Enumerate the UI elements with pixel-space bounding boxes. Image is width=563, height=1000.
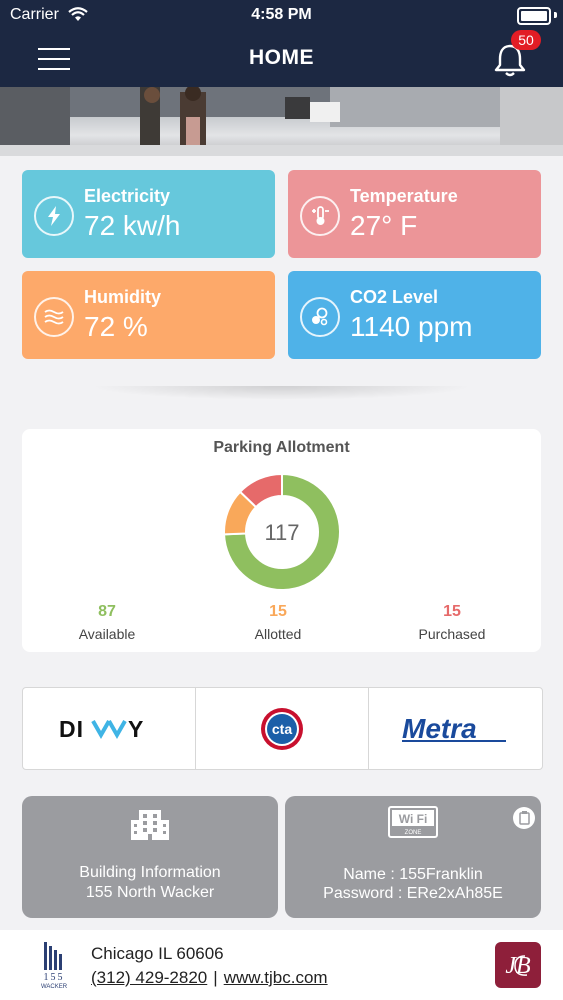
wifi-logo-text: Wi Fi bbox=[399, 812, 428, 826]
cta-link[interactable]: cta bbox=[196, 688, 368, 769]
stat-allotted: 15 Allotted bbox=[208, 603, 348, 642]
lobby-photo bbox=[0, 87, 563, 156]
building-logo: 155 WACKER bbox=[32, 942, 76, 990]
tile-value: 1140 ppm bbox=[350, 311, 473, 342]
building-info-card[interactable]: Building Information 155 North Wacker bbox=[22, 796, 278, 918]
battery-icon bbox=[517, 7, 551, 25]
parking-donut-chart: 117 bbox=[223, 473, 341, 591]
building-icon bbox=[131, 810, 169, 840]
parking-title: Parking Allotment bbox=[213, 439, 350, 456]
tile-value: 72 kw/h bbox=[84, 210, 181, 241]
notification-badge: 50 bbox=[511, 30, 541, 50]
divvy-link[interactable]: DI Y bbox=[23, 688, 195, 769]
svg-text:Y: Y bbox=[128, 717, 143, 741]
page-title: HOME bbox=[249, 46, 314, 69]
purchased-label: Purchased bbox=[418, 626, 486, 642]
wifi-card[interactable]: Wi Fi ZONE Name : 155Franklin Password :… bbox=[285, 796, 541, 918]
status-bar: Carrier 4:58 PM bbox=[0, 0, 563, 30]
cta-logo-text: cta bbox=[272, 721, 292, 737]
metra-logo: Metra bbox=[402, 713, 506, 744]
thermometer-icon bbox=[300, 196, 340, 236]
copy-icon[interactable] bbox=[513, 807, 535, 829]
wifi-zone-icon: Wi Fi ZONE bbox=[388, 806, 438, 838]
metra-link[interactable]: Metra bbox=[369, 688, 541, 769]
battery-tip bbox=[554, 12, 557, 18]
lightning-icon bbox=[34, 196, 74, 236]
nav-bar: HOME 50 bbox=[0, 30, 563, 87]
parking-allotment-card: Parking Allotment 117 87 Available 15 Al… bbox=[22, 429, 541, 652]
tile-label: Humidity bbox=[84, 287, 162, 307]
building-logo-sub: WACKER bbox=[41, 984, 68, 990]
jbc-logo[interactable]: JB bbox=[495, 942, 541, 988]
footer-address: Chicago IL 60606 bbox=[91, 944, 224, 963]
electricity-tile[interactable]: Electricity 72 kw/h bbox=[22, 170, 275, 258]
co2-tile[interactable]: CO2 Level 1140 ppm bbox=[288, 271, 541, 359]
building-address: 155 North Wacker bbox=[85, 884, 215, 901]
website-link[interactable]: www.tjbc.com bbox=[224, 968, 328, 987]
phone-link[interactable]: (312) 429-2820 bbox=[91, 968, 207, 987]
footer-contact: (312) 429-2820 | www.tjbc.com bbox=[91, 968, 328, 988]
building-logo-number: 155 bbox=[44, 972, 65, 983]
hero-image bbox=[0, 87, 563, 156]
building-info-title: Building Information bbox=[79, 864, 221, 881]
humidity-waves-icon bbox=[34, 297, 74, 337]
allotted-label: Allotted bbox=[254, 626, 302, 642]
stat-purchased: 15 Purchased bbox=[382, 603, 522, 642]
section-divider bbox=[90, 386, 473, 400]
metra-logo-text: Metra bbox=[402, 713, 477, 744]
co2-bubbles-icon bbox=[300, 297, 340, 337]
tile-label: CO2 Level bbox=[350, 287, 439, 307]
stat-available: 87 Available bbox=[37, 603, 177, 642]
svg-text:DI: DI bbox=[59, 717, 84, 741]
footer: 155 WACKER Chicago IL 60606 (312) 429-28… bbox=[0, 930, 563, 1000]
temperature-tile[interactable]: Temperature 27° F bbox=[288, 170, 541, 258]
wifi-password: Password : ERe2xAh85E bbox=[323, 885, 503, 902]
wifi-zone-text: ZONE bbox=[405, 830, 422, 836]
transit-links: DI Y cta Metra bbox=[22, 687, 543, 770]
wifi-name: Name : 155Franklin bbox=[343, 866, 483, 883]
divvy-logo: DI Y bbox=[59, 717, 143, 741]
footer-separator: | bbox=[213, 968, 218, 987]
cta-logo: cta bbox=[261, 707, 303, 750]
available-count: 87 bbox=[98, 603, 116, 620]
tile-label: Temperature bbox=[350, 186, 458, 206]
tile-label: Electricity bbox=[84, 186, 171, 206]
available-label: Available bbox=[78, 626, 136, 642]
svg-text:JB: JB bbox=[505, 953, 531, 979]
parking-total: 117 bbox=[264, 520, 299, 545]
tile-value: 27° F bbox=[350, 210, 418, 241]
humidity-tile[interactable]: Humidity 72 % bbox=[22, 271, 275, 359]
tile-value: 72 % bbox=[84, 311, 148, 342]
allotted-count: 15 bbox=[269, 603, 287, 620]
purchased-count: 15 bbox=[443, 603, 461, 620]
status-time: 4:58 PM bbox=[251, 6, 312, 23]
